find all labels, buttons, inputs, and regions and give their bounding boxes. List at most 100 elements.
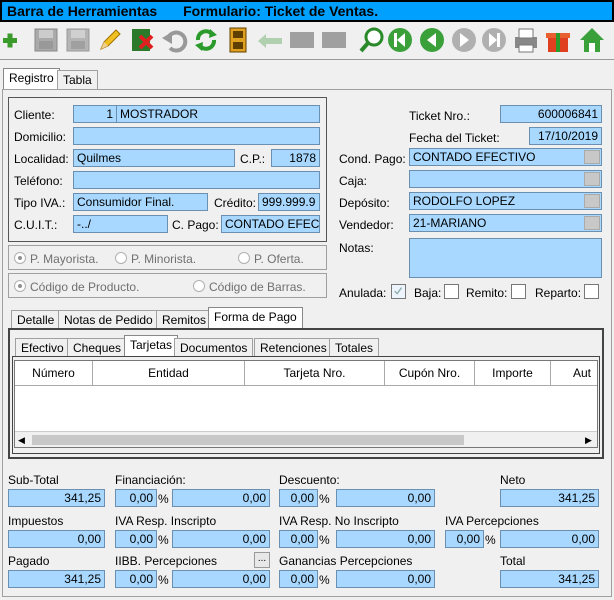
ganancias-pct-field[interactable]: 0,00 <box>279 570 318 588</box>
tab-registro[interactable]: Registro <box>3 68 60 89</box>
ticket-field[interactable]: 600006841 <box>500 105 602 123</box>
deposito-dropdown-icon[interactable] <box>584 194 600 208</box>
deposito-label: Depósito: <box>339 196 390 210</box>
return-icon[interactable] <box>256 26 284 54</box>
tipo-iva-label: Tipo IVA.: <box>14 196 66 210</box>
scrollbar-thumb[interactable] <box>32 435 464 445</box>
print-icon[interactable] <box>512 26 540 54</box>
cpago-label: C. Pago: <box>172 218 219 232</box>
tipo-iva-field[interactable]: Consumidor Final. <box>73 193 208 211</box>
undo-icon[interactable] <box>160 26 188 54</box>
edit-icon[interactable] <box>96 26 124 54</box>
iva-inscripto-pct-field[interactable]: 0,00 <box>115 530 157 548</box>
caja-select[interactable] <box>409 170 602 188</box>
iva-inscripto-field[interactable]: 0,00 <box>172 530 270 548</box>
reparto-checkbox[interactable] <box>584 284 599 299</box>
cp-field[interactable]: 1878 <box>271 149 320 167</box>
minorista-radio[interactable] <box>115 252 127 264</box>
mayorista-radio[interactable] <box>14 252 26 264</box>
tab-notas-pedido[interactable]: Notas de Pedido <box>58 310 159 329</box>
col-numero[interactable]: Número <box>15 361 93 385</box>
cpago-field[interactable]: CONTADO EFEC <box>221 215 320 233</box>
col-cupon[interactable]: Cupón Nro. <box>385 361 475 385</box>
tab-totales[interactable]: Totales <box>329 338 380 357</box>
col-entidad[interactable]: Entidad <box>93 361 245 385</box>
tab-efectivo[interactable]: Efectivo <box>15 338 70 357</box>
iva-percepciones-pct-field[interactable]: 0,00 <box>445 530 484 548</box>
codigo-barras-radio[interactable] <box>193 280 205 292</box>
oferta-radio[interactable] <box>238 252 250 264</box>
impuestos-field[interactable]: 0,00 <box>8 530 105 548</box>
save-disabled-icon[interactable] <box>64 26 92 54</box>
tab-retenciones[interactable]: Retenciones <box>254 338 333 357</box>
financiacion-field[interactable]: 0,00 <box>172 489 270 507</box>
film-icon[interactable] <box>224 26 252 54</box>
codigo-producto-radio[interactable] <box>14 280 26 292</box>
delete-icon[interactable] <box>128 26 156 54</box>
deposito-select[interactable]: RODOLFO LOPEZ <box>409 192 602 210</box>
tab-documentos[interactable]: Documentos <box>174 338 254 357</box>
cond-pago-dropdown-icon[interactable] <box>584 150 600 164</box>
next-icon[interactable] <box>450 26 478 54</box>
first-icon[interactable] <box>386 26 414 54</box>
grid-disabled-icon[interactable] <box>288 26 316 54</box>
credito-field[interactable]: 999.999.9 <box>258 193 320 211</box>
cliente-name-field[interactable]: MOSTRADOR <box>116 105 320 123</box>
scroll-right-icon[interactable]: ▶ <box>585 435 592 446</box>
notas-field[interactable] <box>409 238 602 278</box>
tab-forma-pago[interactable]: Forma de Pago <box>208 307 303 328</box>
search-icon[interactable] <box>358 26 386 54</box>
tab-tabla[interactable]: Tabla <box>57 70 98 89</box>
telefono-field[interactable] <box>73 171 320 189</box>
financiacion-pct-field[interactable]: 0,00 <box>115 489 157 507</box>
descuento-pct-field[interactable]: 0,00 <box>279 489 318 507</box>
iibb-label: IIBB. Percepciones <box>115 554 218 568</box>
descuento-field[interactable]: 0,00 <box>336 489 435 507</box>
refresh-icon[interactable] <box>192 26 220 54</box>
pagado-field[interactable]: 341,25 <box>8 570 105 588</box>
remito-checkbox[interactable] <box>511 284 526 299</box>
tarjetas-grid[interactable]: Número Entidad Tarjeta Nro. Cupón Nro. I… <box>14 360 598 448</box>
cuit-field[interactable]: -../ <box>73 215 168 233</box>
iva-no-inscripto-field[interactable]: 0,00 <box>336 530 435 548</box>
vendedor-dropdown-icon[interactable] <box>584 216 600 230</box>
iibb-field[interactable]: 0,00 <box>172 570 270 588</box>
home-icon[interactable] <box>578 26 606 54</box>
ganancias-field[interactable]: 0,00 <box>336 570 435 588</box>
domicilio-field[interactable] <box>73 127 320 145</box>
vendedor-select[interactable]: 21-MARIANO <box>409 214 602 232</box>
iva-inscripto-label: IVA Resp. Inscripto <box>115 514 217 528</box>
tab-detalle[interactable]: Detalle <box>11 310 61 329</box>
fecha-field[interactable]: 17/10/2019 <box>529 127 602 145</box>
prev-icon[interactable] <box>418 26 446 54</box>
iva-percepciones-field[interactable]: 0,00 <box>500 530 599 548</box>
cond-pago-select[interactable]: CONTADO EFECTIVO <box>409 148 602 166</box>
add-icon[interactable] <box>0 26 28 54</box>
cliente-code-field[interactable]: 1 <box>73 105 117 123</box>
baja-checkbox[interactable] <box>444 284 459 299</box>
anulada-checkbox[interactable] <box>391 284 406 299</box>
horizontal-scrollbar[interactable]: ◀ ▶ <box>15 431 597 447</box>
save-icon[interactable] <box>32 26 60 54</box>
gift-icon[interactable] <box>544 26 572 54</box>
impuestos-label: Impuestos <box>8 514 64 528</box>
grid-disabled-icon[interactable] <box>320 26 348 54</box>
scroll-left-icon[interactable]: ◀ <box>18 435 25 446</box>
tab-cheques[interactable]: Cheques <box>67 338 128 357</box>
col-tarjeta[interactable]: Tarjeta Nro. <box>245 361 385 385</box>
col-importe[interactable]: Importe <box>475 361 551 385</box>
total-field[interactable]: 341,25 <box>500 570 599 588</box>
caja-dropdown-icon[interactable] <box>584 172 600 186</box>
financiacion-label: Financiación: <box>115 473 186 487</box>
iva-no-inscripto-pct-field[interactable]: 0,00 <box>279 530 318 548</box>
neto-field[interactable]: 341,25 <box>500 489 599 507</box>
col-aut[interactable]: Aut <box>551 361 597 385</box>
localidad-field[interactable]: Quilmes <box>73 149 235 167</box>
subtotal-field[interactable]: 341,25 <box>8 489 105 507</box>
iibb-more-button[interactable]: ... <box>254 552 270 568</box>
tab-remitos[interactable]: Remitos <box>156 310 213 329</box>
tab-tarjetas[interactable]: Tarjetas <box>124 335 179 356</box>
cp-label: C.P.: <box>240 152 266 166</box>
iibb-pct-field[interactable]: 0,00 <box>115 570 157 588</box>
last-icon[interactable] <box>480 26 508 54</box>
